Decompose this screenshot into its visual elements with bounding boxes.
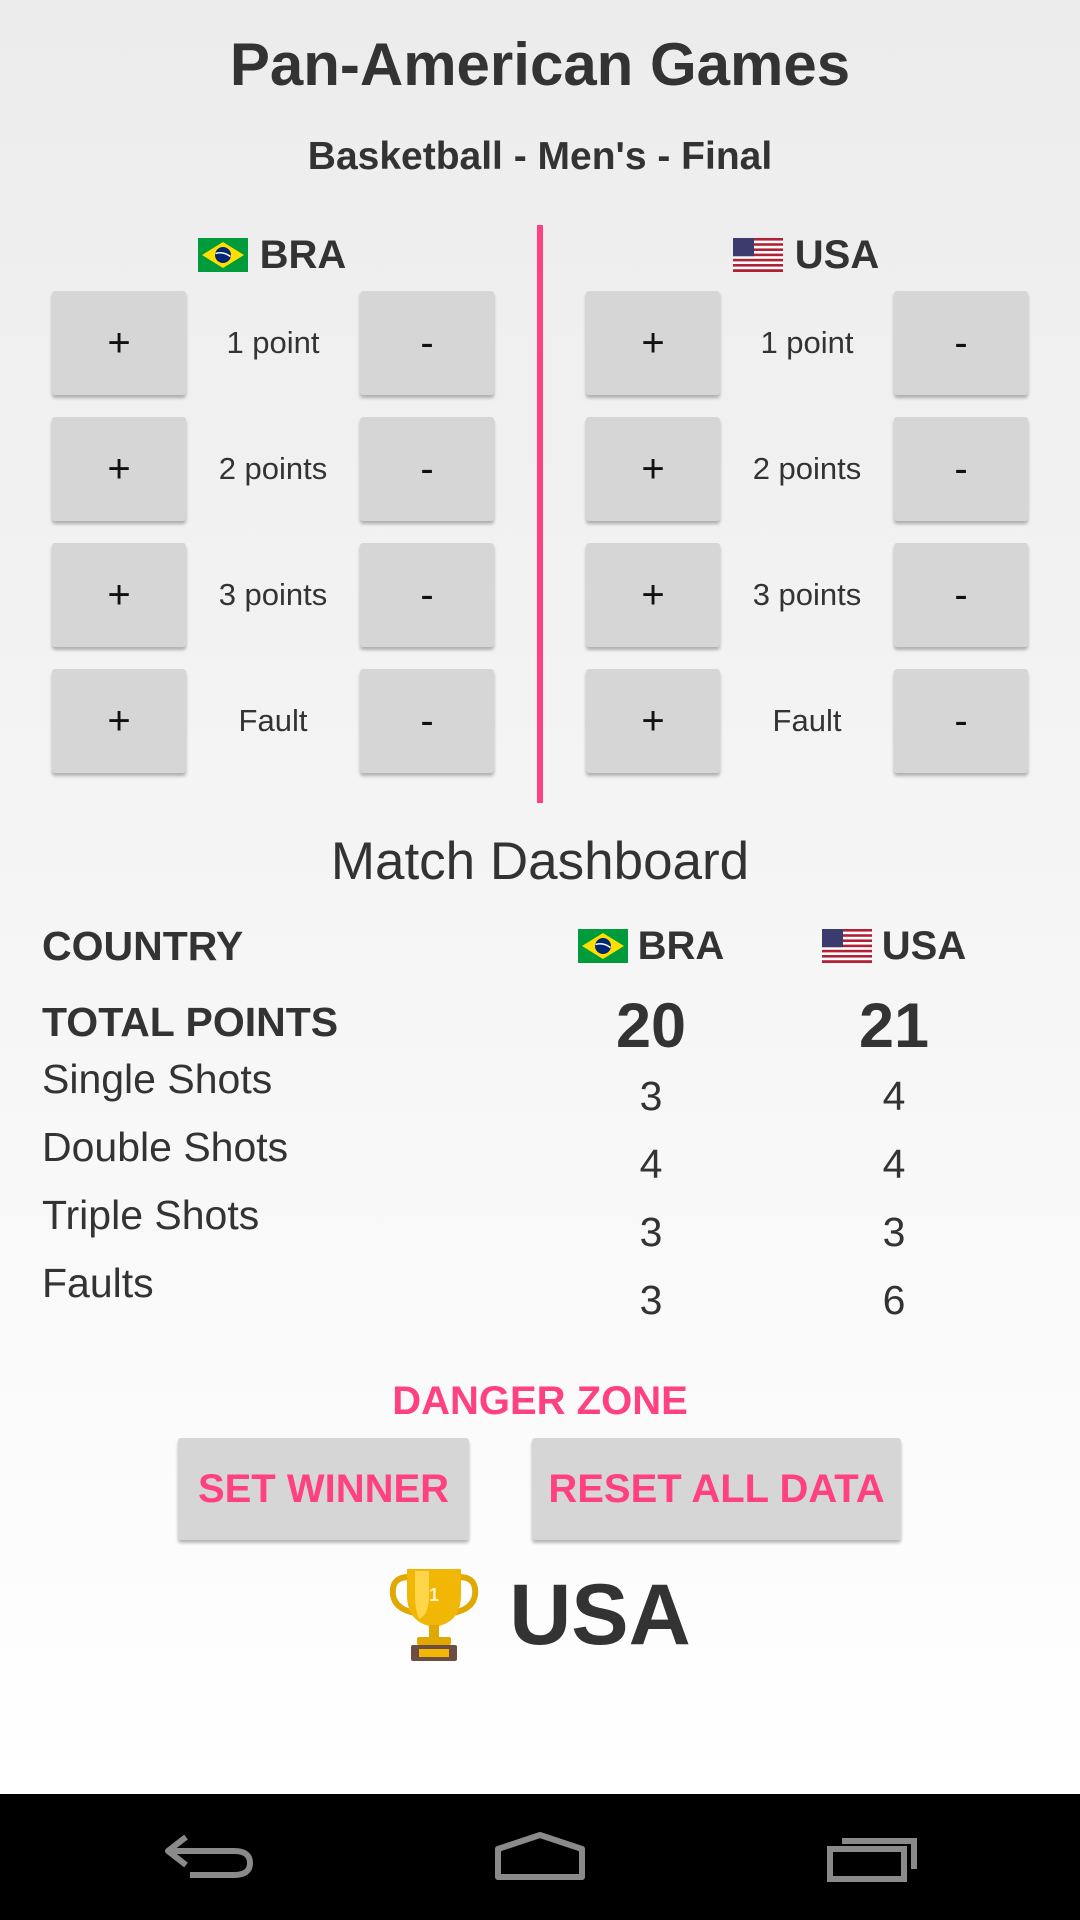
control-label: 1 point	[226, 325, 320, 360]
control-row-2-points-bra: + 2 points -	[32, 417, 512, 521]
stat-value-faults-usa: 6	[882, 1277, 906, 1323]
stat-value-single-shots-bra: 3	[639, 1073, 663, 1119]
bra-subtract-1-point-button[interactable]: -	[360, 291, 494, 395]
trophy-icon: 1	[390, 1569, 479, 1661]
control-label: 3 points	[752, 577, 862, 612]
stat-value-triple-shots-usa: 3	[882, 1209, 906, 1255]
bra-subtract-2-points-button[interactable]: -	[360, 417, 494, 521]
brazil-flag-icon	[577, 929, 628, 963]
control-row-fault-usa: + Fault -	[566, 669, 1046, 773]
control-label: 3 points	[218, 577, 328, 612]
stat-value-triple-shots-bra: 3	[639, 1209, 663, 1255]
control-label: 2 points	[752, 451, 862, 486]
app-screen: Pan-American Games Basketball - Men's - …	[0, 0, 1080, 1794]
usa-flag-icon	[821, 929, 872, 963]
back-button[interactable]	[110, 1794, 310, 1920]
stat-value-double-shots-bra: 4	[639, 1141, 663, 1187]
home-icon	[495, 1832, 585, 1880]
back-icon	[165, 1834, 254, 1878]
usa-subtract-3-points-button[interactable]: -	[894, 543, 1028, 647]
page-subtitle: Basketball - Men's - Final	[307, 135, 773, 178]
usa-flag-icon	[732, 238, 783, 272]
dashboard-header-bra: BRA	[551, 922, 751, 970]
stat-label-double-shots: Double Shots	[42, 1124, 289, 1170]
team-divider	[537, 225, 543, 803]
team-name-usa: USA	[794, 232, 880, 277]
control-row-2-points-usa: + 2 points -	[566, 417, 1046, 521]
control-label: 2 points	[218, 451, 328, 486]
control-row-fault-bra: + Fault -	[32, 669, 512, 773]
total-points-usa: 21	[858, 991, 930, 1061]
usa-add-fault-button[interactable]: +	[586, 669, 720, 773]
usa-subtract-1-point-button[interactable]: -	[894, 291, 1028, 395]
team-header-bra: BRA	[32, 225, 512, 285]
dashboard-total-label: TOTAL POINTS	[42, 999, 339, 1045]
recents-icon	[827, 1838, 917, 1882]
dashboard-title: Match Dashboard	[330, 832, 750, 891]
recents-button[interactable]	[772, 1794, 972, 1920]
danger-zone-title: DANGER ZONE	[392, 1379, 688, 1423]
dashboard-country-bra: BRA	[637, 923, 725, 968]
stat-value-faults-bra: 3	[639, 1277, 663, 1323]
stat-value-single-shots-usa: 4	[882, 1073, 906, 1119]
dashboard-header-usa: USA	[794, 922, 994, 970]
dashboard-country-label: COUNTRY	[42, 923, 244, 969]
team-name-bra: BRA	[259, 232, 347, 277]
bra-add-3-points-button[interactable]: +	[52, 543, 186, 647]
bra-add-1-point-button[interactable]: +	[52, 291, 186, 395]
usa-add-2-points-button[interactable]: +	[586, 417, 720, 521]
control-row-3-points-bra: + 3 points -	[32, 543, 512, 647]
navigation-bar	[0, 1794, 1080, 1920]
bra-subtract-3-points-button[interactable]: -	[360, 543, 494, 647]
stat-label-triple-shots: Triple Shots	[42, 1192, 260, 1238]
usa-subtract-2-points-button[interactable]: -	[894, 417, 1028, 521]
usa-add-1-point-button[interactable]: +	[586, 291, 720, 395]
home-button[interactable]	[440, 1794, 640, 1920]
control-label: Fault	[238, 703, 308, 738]
reset-all-data-button[interactable]: RESET ALL DATA	[532, 1438, 901, 1540]
bra-add-fault-button[interactable]: +	[52, 669, 186, 773]
stat-label-faults: Faults	[42, 1260, 154, 1306]
winner-display: 1 USA	[0, 1560, 1080, 1670]
usa-subtract-fault-button[interactable]: -	[894, 669, 1028, 773]
team-header-usa: USA	[566, 225, 1046, 285]
svg-text:1: 1	[429, 1585, 439, 1605]
bra-add-2-points-button[interactable]: +	[52, 417, 186, 521]
usa-add-3-points-button[interactable]: +	[586, 543, 720, 647]
control-row-3-points-usa: + 3 points -	[566, 543, 1046, 647]
winner-name: USA	[509, 1566, 691, 1663]
team-panel-bra: BRA + 1 point - + 2 points - + 3 points …	[32, 225, 512, 785]
page-title: Pan-American Games	[229, 31, 851, 98]
stat-value-double-shots-usa: 4	[882, 1141, 906, 1187]
control-row-1-point-bra: + 1 point -	[32, 291, 512, 395]
control-row-1-point-usa: + 1 point -	[566, 291, 1046, 395]
total-points-bra: 20	[615, 991, 687, 1061]
stat-label-single-shots: Single Shots	[42, 1056, 273, 1102]
brazil-flag-icon	[197, 238, 248, 272]
control-label: 1 point	[760, 325, 854, 360]
bra-subtract-fault-button[interactable]: -	[360, 669, 494, 773]
control-label: Fault	[772, 703, 842, 738]
set-winner-button[interactable]: SET WINNER	[178, 1438, 469, 1540]
dashboard-country-usa: USA	[881, 923, 967, 968]
team-panel-usa: USA + 1 point - + 2 points - + 3 points …	[566, 225, 1046, 785]
